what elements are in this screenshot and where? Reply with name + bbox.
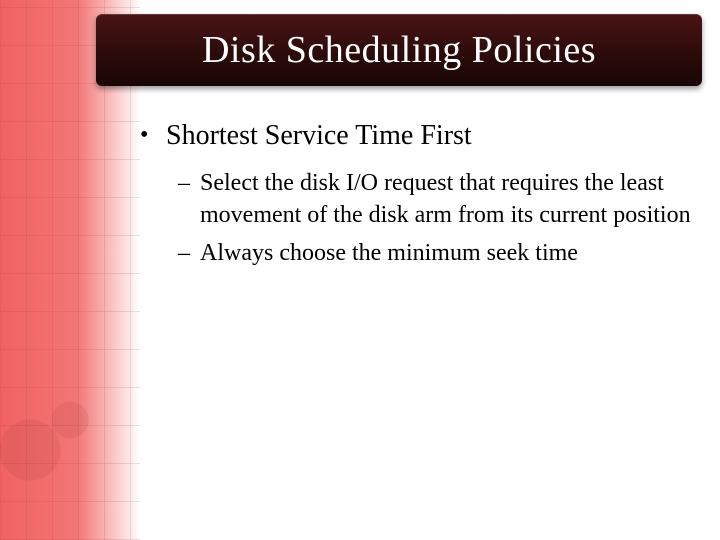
bullet-marker-icon: • [140, 118, 166, 153]
dash-marker-icon: – [178, 238, 200, 270]
bullet-level-2: – Select the disk I/O request that requi… [178, 168, 700, 231]
dash-marker-icon: – [178, 168, 200, 200]
bullet-text: Shortest Service Time First [166, 118, 472, 154]
slide-body: • Shortest Service Time First – Select t… [140, 118, 700, 275]
slide-title: Disk Scheduling Policies [202, 28, 596, 72]
sub-bullet-list: – Select the disk I/O request that requi… [178, 168, 700, 269]
bullet-level-1: • Shortest Service Time First [140, 118, 700, 154]
sub-bullet-text: Always choose the minimum seek time [200, 238, 700, 270]
title-bar: Disk Scheduling Policies [96, 14, 702, 86]
sub-bullet-text: Select the disk I/O request that require… [200, 168, 700, 231]
bullet-level-2: – Always choose the minimum seek time [178, 238, 700, 270]
